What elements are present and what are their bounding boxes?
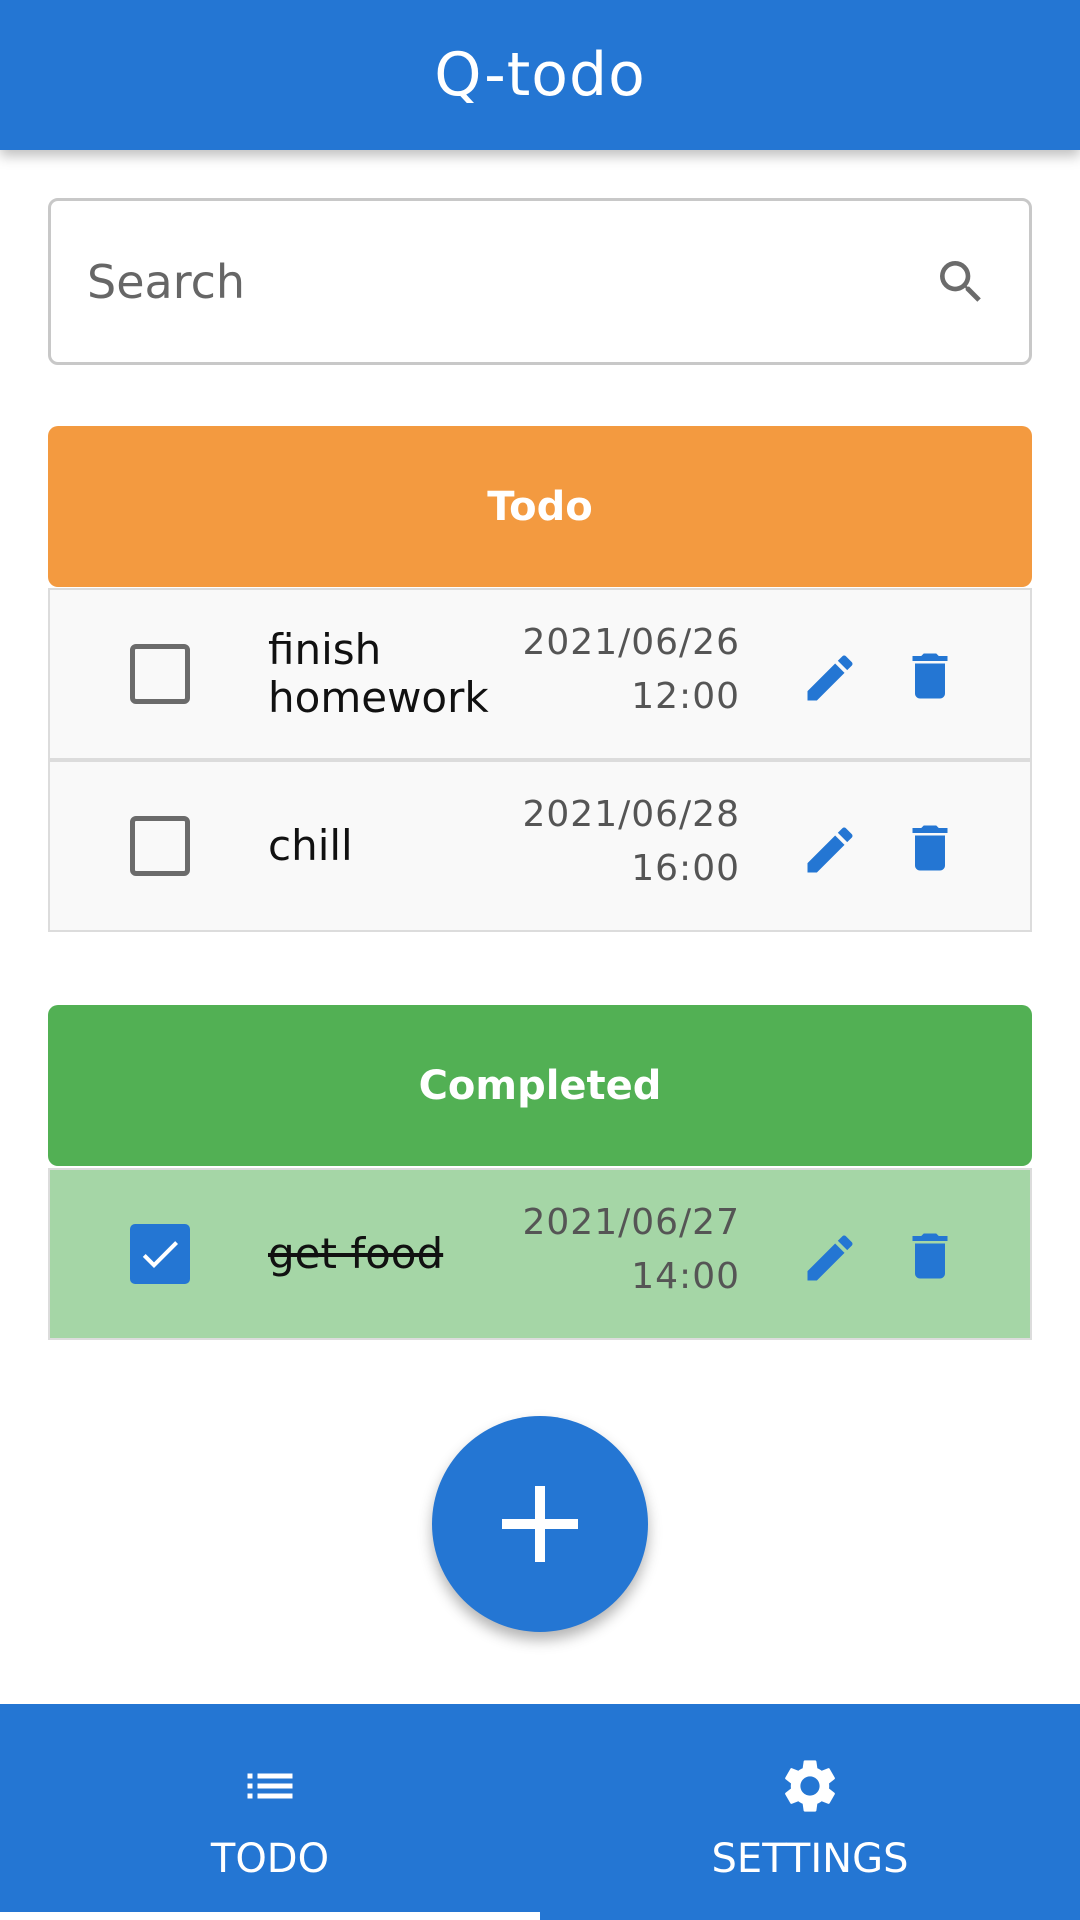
task-time: 14:00 <box>631 1256 740 1297</box>
plus-icon <box>502 1486 578 1562</box>
app-header: Q-todo <box>0 0 1080 150</box>
completed-section-title: Completed <box>418 1062 662 1109</box>
tab-todo-label: TODO <box>210 1836 330 1882</box>
add-task-button[interactable] <box>432 1416 648 1632</box>
checkmark-icon <box>142 1241 178 1268</box>
task-title: chill <box>268 821 353 870</box>
task-datetime: 2021/06/26 12:00 <box>523 616 741 724</box>
bottom-nav: TODO SETTINGS <box>0 1704 1080 1920</box>
task-datetime: 2021/06/28 16:00 <box>523 788 741 896</box>
task-row: chill 2021/06/28 16:00 <box>48 760 1032 932</box>
edit-pencil-icon[interactable] <box>800 1228 860 1288</box>
app-title: Q-todo <box>434 40 646 110</box>
search-input[interactable] <box>87 254 929 309</box>
task-datetime: 2021/06/27 14:00 <box>523 1196 741 1304</box>
task-checkbox-checked[interactable] <box>130 1224 190 1284</box>
search-icon[interactable] <box>929 250 993 314</box>
gear-icon <box>778 1754 842 1818</box>
delete-trash-icon[interactable] <box>900 818 960 878</box>
task-date: 2021/06/28 <box>522 794 740 835</box>
todo-section-title: Todo <box>487 483 593 530</box>
task-row: finish homework 2021/06/26 12:00 <box>48 588 1032 760</box>
task-time: 12:00 <box>631 676 740 717</box>
task-title: finish homework <box>268 625 489 722</box>
tab-todo[interactable]: TODO <box>0 1704 540 1920</box>
tab-settings[interactable]: SETTINGS <box>540 1704 1080 1920</box>
tab-settings-label: SETTINGS <box>711 1836 909 1882</box>
delete-trash-icon[interactable] <box>900 1226 960 1286</box>
edit-pencil-icon[interactable] <box>800 648 860 708</box>
delete-trash-icon[interactable] <box>900 646 960 706</box>
task-row: get food 2021/06/27 14:00 <box>48 1168 1032 1340</box>
completed-section-header: Completed <box>48 1005 1032 1166</box>
task-date: 2021/06/27 <box>522 1202 740 1243</box>
task-date: 2021/06/26 <box>522 622 740 663</box>
list-icon <box>240 1754 300 1818</box>
todo-section-header: Todo <box>48 426 1032 587</box>
search-box[interactable] <box>48 198 1032 365</box>
task-time: 16:00 <box>631 848 740 889</box>
task-title: get food <box>268 1229 444 1278</box>
task-checkbox[interactable] <box>130 644 190 704</box>
active-tab-indicator <box>0 1912 540 1920</box>
edit-pencil-icon[interactable] <box>800 820 860 880</box>
task-checkbox[interactable] <box>130 816 190 876</box>
